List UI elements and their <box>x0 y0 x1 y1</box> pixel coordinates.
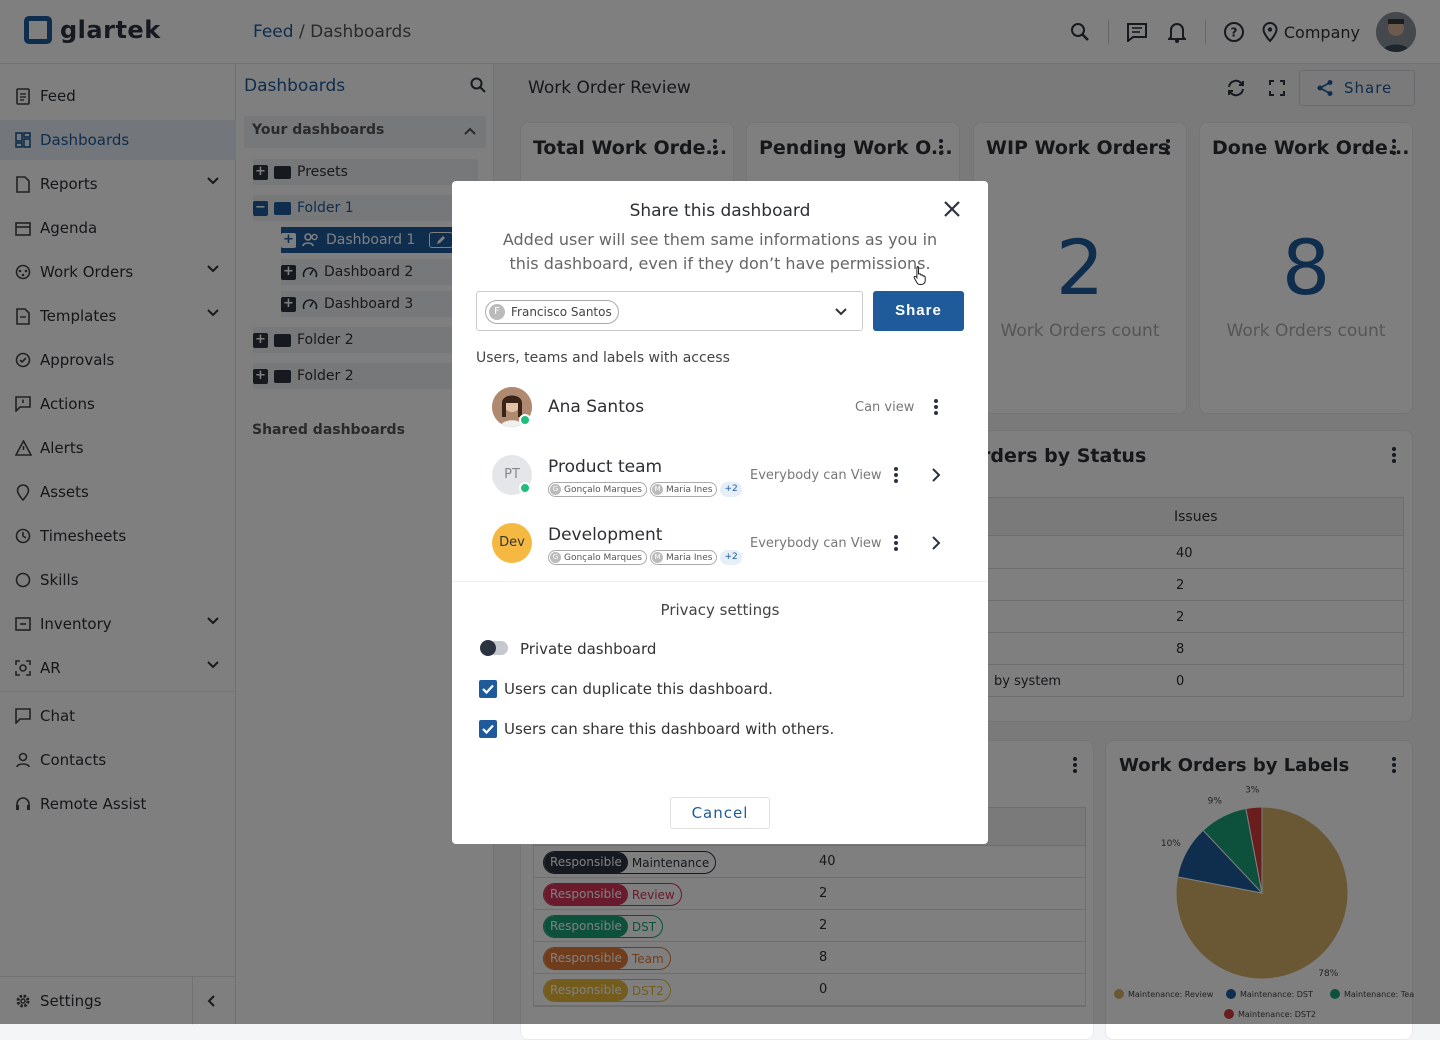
access-entry-development: Dev Development G Gonçalo Marques M Maria … <box>476 515 964 571</box>
more-members-badge[interactable]: +2 <box>720 482 742 497</box>
member-chips: G Gonçalo Marques M Maria Ines +2 <box>548 550 742 565</box>
more-options-icon[interactable] <box>894 535 898 551</box>
entry-name: Development <box>548 525 663 545</box>
entry-name: Ana Santos <box>548 397 645 417</box>
member-chip: M Maria Ines <box>649 482 718 497</box>
chevron-down-icon[interactable] <box>834 307 848 317</box>
cancel-button[interactable]: Cancel <box>670 797 770 829</box>
privacy-settings-header: Privacy settings <box>660 601 780 619</box>
more-options-icon[interactable] <box>934 399 938 415</box>
share-with-others-checkbox[interactable] <box>479 720 497 738</box>
member-chips: G Gonçalo Marques M Maria Ines +2 <box>548 482 742 497</box>
access-list-header: Users, teams and labels with access <box>476 350 730 366</box>
online-status-badge <box>519 482 531 494</box>
dialog-description: Added user will see them same informatio… <box>502 230 938 273</box>
chip-label: Francisco Santos <box>511 305 612 319</box>
access-entry-ana-santos: Ana Santos Can view <box>476 379 964 435</box>
share-button[interactable]: Share <box>873 291 964 331</box>
chip-avatar: F <box>489 304 505 320</box>
share-dialog: Share this dashboard Added user will see… <box>452 181 988 844</box>
chevron-right-icon[interactable] <box>931 535 941 551</box>
online-status-badge <box>519 414 531 426</box>
duplicate-checkbox[interactable] <box>479 680 497 698</box>
toggle-label: Private dashboard <box>520 640 657 658</box>
access-entry-product-team: PT Product team G Gonçalo Marques M Maria … <box>476 447 964 503</box>
close-icon[interactable] <box>940 197 964 221</box>
entry-permission[interactable]: Everybody can View <box>750 468 882 483</box>
private-dashboard-toggle[interactable] <box>480 640 508 656</box>
more-members-badge[interactable]: +2 <box>720 550 742 565</box>
checkbox-label: Users can share this dashboard with othe… <box>504 720 835 738</box>
member-chip: G Gonçalo Marques <box>548 550 647 565</box>
dialog-title: Share this dashboard <box>629 201 811 221</box>
member-chip: M Maria Ines <box>649 550 718 565</box>
avatar: Dev <box>492 523 532 563</box>
divider <box>452 581 988 582</box>
user-picker[interactable]: F Francisco Santos <box>476 291 863 331</box>
more-options-icon[interactable] <box>894 467 898 483</box>
hand-cursor-icon <box>913 266 926 285</box>
entry-permission[interactable]: Can view <box>855 400 914 415</box>
selected-user-chip[interactable]: F Francisco Santos <box>485 300 619 324</box>
entry-name: Product team <box>548 457 663 477</box>
member-chip: G Gonçalo Marques <box>548 482 647 497</box>
checkbox-label: Users can duplicate this dashboard. <box>504 680 773 698</box>
entry-permission[interactable]: Everybody can View <box>750 536 882 551</box>
chevron-right-icon[interactable] <box>931 467 941 483</box>
